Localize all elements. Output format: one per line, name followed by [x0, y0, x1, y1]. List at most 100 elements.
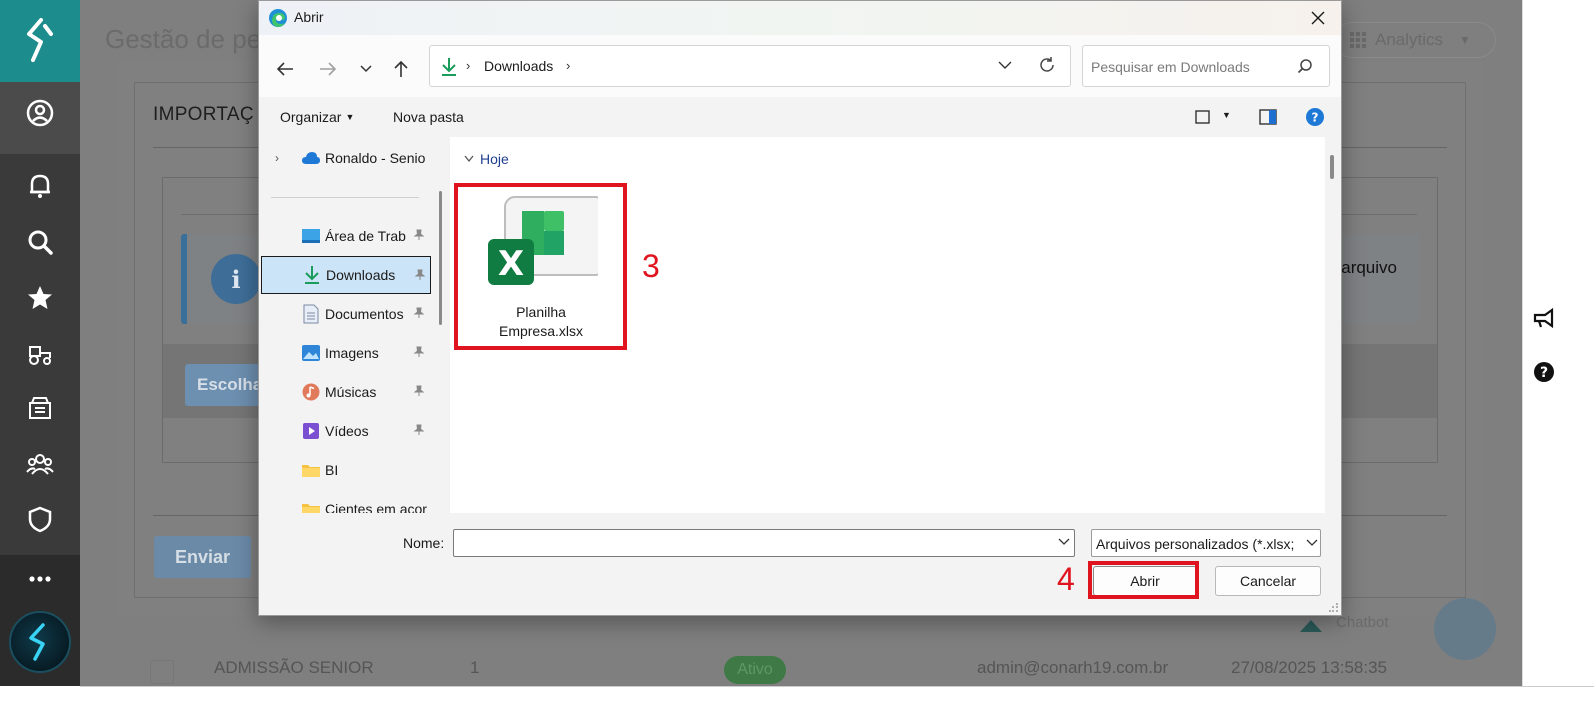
nav-item-videos[interactable]: Vídeos — [261, 412, 431, 450]
logo-icon — [27, 18, 53, 62]
nav-item-downloads[interactable]: Downloads — [261, 256, 431, 294]
annotation-box-file — [454, 183, 627, 350]
organize-menu[interactable]: Organizar ▼ — [280, 109, 354, 125]
caret-down-icon: ▼ — [345, 112, 355, 122]
nav-item-bi-folder[interactable]: BI — [261, 451, 431, 489]
analytics-label: Analytics — [1375, 30, 1444, 49]
arrow-left-icon — [276, 62, 293, 76]
arrow-right-icon — [320, 62, 337, 76]
onedrive-cloud-icon — [301, 148, 321, 168]
search-icon — [1297, 59, 1312, 74]
info-text: arquivo — [1341, 258, 1397, 277]
chevron-right-icon[interactable]: › — [275, 151, 279, 165]
pin-icon[interactable] — [413, 385, 425, 397]
help-icon[interactable]: ? — [1305, 107, 1325, 127]
chevron-down-icon — [1306, 539, 1318, 546]
organize-label: Organizar — [280, 109, 342, 125]
bell-icon[interactable] — [25, 170, 55, 200]
nav-item-label: Downloads — [326, 267, 396, 283]
view-mode-icon[interactable] — [1193, 107, 1213, 127]
breadcrumb-downloads[interactable]: Downloads — [484, 58, 553, 74]
send-button[interactable]: Enviar — [154, 536, 251, 578]
file-type-filter-value: Arquivos personalizados (*.xlsx; — [1096, 536, 1295, 552]
team-icon[interactable] — [25, 449, 55, 479]
nav-item-label: Vídeos — [325, 423, 369, 439]
dialog-titlebar[interactable]: Abrir — [259, 1, 1341, 35]
group-header-today[interactable]: Hoje — [464, 151, 509, 167]
logo-tile[interactable] — [0, 0, 80, 82]
cancel-button[interactable]: Cancelar — [1215, 566, 1321, 596]
nav-item-label: Documentos — [325, 306, 404, 322]
nav-item-desktop[interactable]: Área de Trab — [261, 217, 431, 255]
file-name-combobox[interactable] — [453, 529, 1075, 557]
pin-icon[interactable] — [413, 307, 425, 319]
analytics-dropdown[interactable]: Analytics ▼ — [1334, 22, 1496, 58]
megaphone-icon[interactable] — [1532, 306, 1556, 330]
star-icon[interactable] — [25, 283, 55, 313]
file-pane-scrollbar[interactable] — [1330, 155, 1334, 179]
back-button[interactable] — [271, 55, 299, 83]
folder-icon — [301, 499, 321, 513]
bottom-strip — [80, 686, 1594, 724]
up-button[interactable] — [387, 55, 415, 83]
pin-icon[interactable] — [413, 346, 425, 358]
shield-icon[interactable] — [25, 504, 55, 534]
view-caret-icon[interactable]: ▼ — [1222, 110, 1231, 120]
address-dropdown-icon[interactable] — [998, 58, 1012, 72]
tractor-icon[interactable] — [25, 338, 55, 368]
svg-text:?: ? — [1540, 365, 1548, 381]
status-badge: Ativo — [724, 656, 786, 684]
pin-icon[interactable] — [413, 229, 425, 241]
chatbot-label: Chatbot — [1336, 614, 1389, 631]
svg-text:?: ? — [1312, 111, 1319, 125]
nav-item-clients-folder[interactable]: Cientes em acor — [261, 490, 431, 513]
annotation-number-3: 3 — [642, 248, 660, 284]
command-bar: Organizar ▼ Nova pasta ▼ ? — [259, 97, 1341, 137]
right-toolbar — [1522, 0, 1594, 686]
forward-button[interactable] — [314, 55, 342, 83]
row-count: 1 — [470, 658, 480, 677]
file-name-input[interactable] — [458, 533, 1048, 553]
chevron-right-icon: › — [466, 58, 471, 73]
nav-item-pictures[interactable]: Imagens — [261, 334, 431, 372]
app-sidebar — [0, 0, 80, 686]
recent-locations-button[interactable] — [352, 55, 380, 83]
edge-browser-icon — [269, 9, 287, 27]
file-open-dialog: Abrir › Downloads › Organizar▼ Nova past… — [258, 0, 1342, 616]
nav-item-label: Cientes em acor — [325, 501, 427, 513]
more-icon[interactable] — [25, 564, 55, 594]
user-circle-icon[interactable] — [25, 98, 55, 128]
row-datetime: 27/08/2025 13:58:35 — [1231, 658, 1387, 677]
resize-grip-icon[interactable] — [1329, 603, 1339, 613]
navigation-pane: › Ronaldo - Senio Área de Trab Downloads… — [259, 137, 437, 513]
chevron-right-icon[interactable]: › — [566, 58, 570, 73]
search-box[interactable] — [1082, 45, 1330, 87]
archive-box-icon[interactable] — [25, 393, 55, 423]
address-bar[interactable]: › Downloads › — [429, 45, 1071, 87]
search-icon[interactable] — [25, 227, 55, 257]
close-button[interactable] — [1305, 5, 1331, 31]
nav-item-music[interactable]: Músicas — [261, 373, 431, 411]
nav-item-label: Área de Trab — [325, 228, 406, 244]
pin-icon[interactable] — [413, 424, 425, 436]
refresh-icon[interactable] — [1038, 56, 1056, 74]
nav-item-label: Músicas — [325, 384, 377, 400]
pin-icon[interactable] — [414, 269, 426, 281]
desktop-icon — [301, 226, 321, 246]
nav-item-onedrive[interactable]: › Ronaldo - Senio — [261, 139, 431, 177]
page-title: Gestão de pe — [105, 24, 262, 54]
preview-pane-icon[interactable] — [1258, 107, 1278, 127]
file-type-filter[interactable]: Arquivos personalizados (*.xlsx; — [1091, 529, 1321, 557]
search-input[interactable] — [1091, 56, 1291, 78]
chatbot-pointer-icon — [1300, 620, 1322, 632]
close-icon — [1311, 11, 1325, 25]
chevron-down-icon[interactable] — [1058, 536, 1070, 548]
nav-pane-scrollbar[interactable] — [439, 191, 442, 325]
new-folder-button[interactable]: Nova pasta — [393, 109, 464, 125]
assistant-orb-icon[interactable] — [9, 611, 71, 673]
nav-item-documents[interactable]: Documentos — [261, 295, 431, 333]
row-checkbox[interactable] — [150, 660, 174, 684]
help-icon[interactable]: ? — [1532, 360, 1556, 384]
group-header-label: Hoje — [480, 151, 509, 167]
chat-fab-button[interactable] — [1434, 598, 1496, 660]
